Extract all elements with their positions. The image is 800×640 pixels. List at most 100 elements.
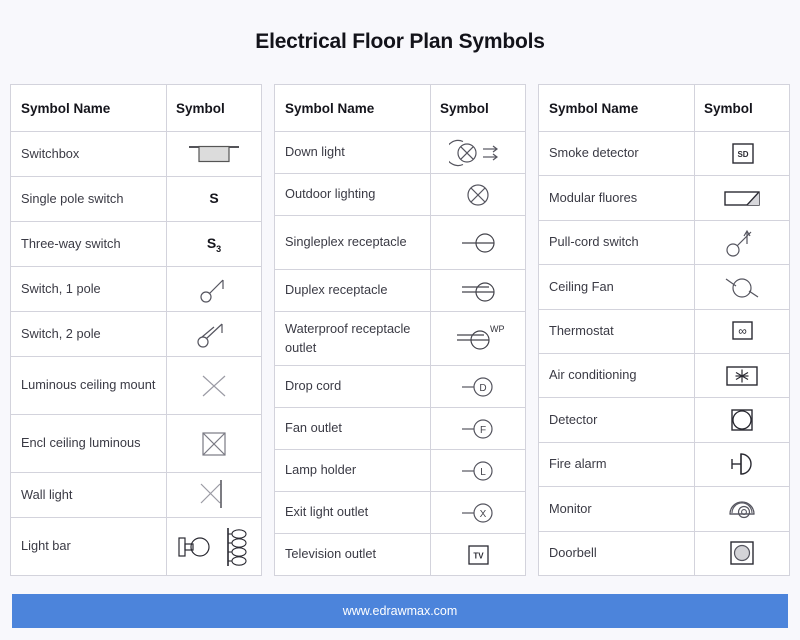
table-row[interactable]: Doorbell (538, 530, 790, 577)
switchbox-symbol (166, 130, 262, 178)
svg-text:X: X (480, 509, 487, 520)
air-conditioning-symbol (694, 352, 790, 399)
table-row[interactable]: Light bar (10, 517, 262, 576)
table-row[interactable]: Pull-cord switch (538, 219, 790, 266)
table-row[interactable]: Television outlet TV (274, 533, 526, 576)
light-bar-symbol (166, 517, 262, 576)
detector-symbol (694, 397, 790, 443)
symbol-letter: S (206, 234, 217, 251)
svg-text:F: F (480, 425, 486, 436)
encl-ceiling-luminous-symbol (166, 414, 262, 473)
symbol-name-label: Lamp holder (274, 449, 431, 492)
symbol-name-label: Fan outlet (274, 407, 431, 450)
luminous-ceiling-mount-symbol (166, 356, 262, 416)
table-row[interactable]: Fan outlet F (274, 407, 526, 450)
exit-light-outlet-symbol: X (430, 491, 526, 534)
page-title: Electrical Floor Plan Symbols (255, 30, 545, 53)
modular-fluores-symbol (694, 175, 790, 221)
symbol-name-label: Air conditioning (538, 352, 695, 399)
symbol-name-label: Doorbell (538, 530, 695, 577)
symbol-name-label: Duplex receptacle (274, 269, 431, 312)
pull-cord-switch-symbol (694, 219, 790, 266)
symbol-subscript: 3 (216, 243, 222, 254)
symbol-name-label: Pull-cord switch (538, 219, 695, 266)
symbol-name-label: Smoke detector (538, 130, 695, 177)
symbol-name-label: Detector (538, 397, 695, 443)
table-row[interactable]: Three-way switch S3 (10, 221, 262, 268)
thermostat-symbol: ∞ (694, 308, 790, 354)
down-light-symbol (430, 131, 526, 174)
symbol-name-label: Exit light outlet (274, 491, 431, 534)
symbol-letter: S (209, 190, 219, 207)
symbol-tables-container: Symbol Name Symbol Switchbox Single pole… (0, 84, 800, 577)
svg-text:D: D (479, 383, 486, 394)
lamp-holder-symbol: L (430, 449, 526, 492)
television-outlet-symbol: TV (430, 533, 526, 576)
fire-alarm-symbol (694, 441, 790, 488)
symbol-name-label: Switchbox (10, 130, 167, 178)
svg-text:TV: TV (473, 551, 484, 560)
three-way-switch-symbol: S3 (166, 221, 262, 268)
symbol-name-label: Light bar (10, 517, 167, 576)
symbol-name-label: Luminous ceiling mount (10, 356, 167, 416)
symbol-name-label: Waterproof receptacle outlet (274, 311, 431, 366)
duplex-receptacle-symbol (430, 269, 526, 312)
table-row[interactable]: Lamp holder L (274, 449, 526, 492)
table-row[interactable]: Single pole switch S (10, 176, 262, 223)
column-header-symbol: Symbol (166, 84, 262, 132)
symbol-name-label: Encl ceiling luminous (10, 414, 167, 473)
table-header-row: Symbol Name Symbol (10, 84, 262, 132)
waterproof-label: WP (490, 324, 505, 334)
svg-text:L: L (480, 467, 486, 478)
svg-text:SD: SD (737, 150, 748, 159)
table-row[interactable]: Down light (274, 131, 526, 174)
table-row[interactable]: Smoke detector SD (538, 130, 790, 177)
symbol-name-label: Outdoor lighting (274, 173, 431, 216)
symbol-name-label: Wall light (10, 471, 167, 519)
table-row[interactable]: Switch, 2 pole (10, 311, 262, 358)
table-header-row: Symbol Name Symbol (538, 84, 790, 132)
table-row[interactable]: Switch, 1 pole (10, 266, 262, 313)
symbol-name-label: Monitor (538, 486, 695, 532)
table-row[interactable]: Air conditioning (538, 352, 790, 399)
symbol-table-1: Symbol Name Symbol Switchbox Single pole… (10, 84, 262, 576)
symbol-name-label: Television outlet (274, 533, 431, 576)
symbol-name-label: Switch, 1 pole (10, 266, 167, 313)
column-header-symbol-name: Symbol Name (274, 84, 431, 132)
symbol-name-label: Modular fluores (538, 175, 695, 221)
column-header-symbol: Symbol (430, 84, 526, 132)
table-row[interactable]: Thermostat ∞ (538, 308, 790, 354)
table-row[interactable]: Luminous ceiling mount (10, 356, 262, 416)
table-row[interactable]: Singleplex receptacle (274, 215, 526, 270)
symbol-name-label: Ceiling Fan (538, 264, 695, 310)
footer-bar[interactable]: www.edrawmax.com (12, 594, 788, 628)
table-row[interactable]: Switchbox (10, 130, 262, 178)
table-row[interactable]: Modular fluores (538, 175, 790, 221)
column-header-symbol-name: Symbol Name (10, 84, 167, 132)
symbol-name-label: Switch, 2 pole (10, 311, 167, 358)
fan-outlet-symbol: F (430, 407, 526, 450)
symbol-name-label: Down light (274, 131, 431, 174)
singleplex-receptacle-symbol (430, 215, 526, 270)
table-row[interactable]: Fire alarm (538, 441, 790, 488)
table-row[interactable]: Ceiling Fan (538, 264, 790, 310)
table-row[interactable]: Encl ceiling luminous (10, 414, 262, 473)
table-header-row: Symbol Name Symbol (274, 84, 526, 132)
table-row[interactable]: Detector (538, 397, 790, 443)
smoke-detector-symbol: SD (694, 130, 790, 177)
table-row[interactable]: Drop cord D (274, 365, 526, 408)
waterproof-receptacle-outlet-symbol: WP (430, 311, 526, 366)
switch-1-pole-symbol (166, 266, 262, 313)
symbol-name-label: Thermostat (538, 308, 695, 354)
symbol-table-3: Symbol Name Symbol Smoke detector SD Mod… (538, 84, 790, 577)
table-row[interactable]: Monitor (538, 486, 790, 532)
symbol-name-label: Drop cord (274, 365, 431, 408)
table-row[interactable]: Exit light outlet X (274, 491, 526, 534)
table-row[interactable]: Duplex receptacle (274, 269, 526, 312)
outdoor-lighting-symbol (430, 173, 526, 216)
symbol-name-label: Three-way switch (10, 221, 167, 268)
table-row[interactable]: Wall light (10, 471, 262, 519)
table-row[interactable]: Outdoor lighting (274, 173, 526, 216)
svg-text:∞: ∞ (738, 324, 747, 338)
table-row[interactable]: Waterproof receptacle outlet WP (274, 311, 526, 366)
